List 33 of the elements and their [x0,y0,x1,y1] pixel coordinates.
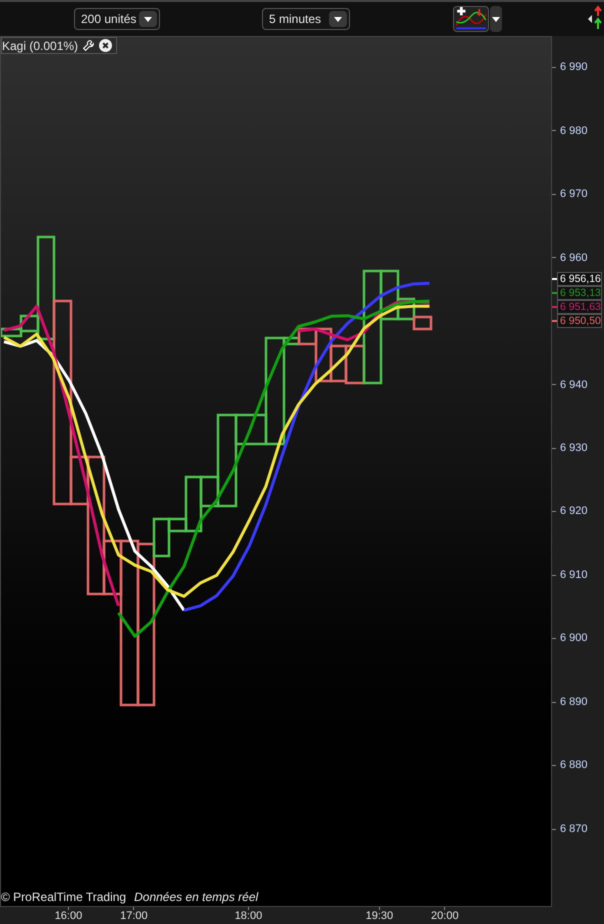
price-tick-label: 6 970 [560,187,588,202]
caret-icon [492,16,500,22]
price-tick-label: 6 910 [560,568,588,583]
time-tick-label: 17:00 [120,910,148,922]
price-tick-label: 6 890 [560,694,588,710]
units-select[interactable]: 200 unités [74,8,160,30]
close-icon[interactable] [99,39,112,52]
time-tick-label: 19:30 [366,910,394,922]
price-tag: 6 953,13 [557,286,602,300]
price-tick-label: 6 980 [560,124,588,139]
price-tick-label: 6 870 [560,822,588,837]
price-tick-label: 6 880 [560,758,588,774]
caret-icon [139,11,157,27]
price-tag: 6 951,63 [557,300,602,314]
price-tick-label: 6 940 [560,378,588,393]
legend-label: Kagi (0.001%) [2,38,78,54]
caret-icon [329,11,347,27]
wrench-icon[interactable] [82,39,96,52]
price-tick-label: 6 920 [560,504,588,520]
price-tick-label: 6 900 [560,631,588,646]
price-tag: 6 950,50 [557,314,602,328]
price-tick-label: 6 990 [560,60,588,76]
add-indicator-icon[interactable] [453,6,489,32]
time-tick-label: 20:00 [431,910,459,922]
time-tick-label: 16:00 [54,910,82,922]
copyright-text: © ProRealTime Trading [1,889,126,906]
interval-select[interactable]: 5 minutes [262,8,350,30]
price-tag: 6 956,16 [557,272,602,286]
caret-button[interactable] [490,6,502,32]
time-tick-label: 18:00 [234,910,262,922]
price-tick-label: 6 960 [560,250,588,266]
realtime-status-text: Données en temps réel [134,889,258,906]
price-tick-label: 6 930 [560,441,588,456]
